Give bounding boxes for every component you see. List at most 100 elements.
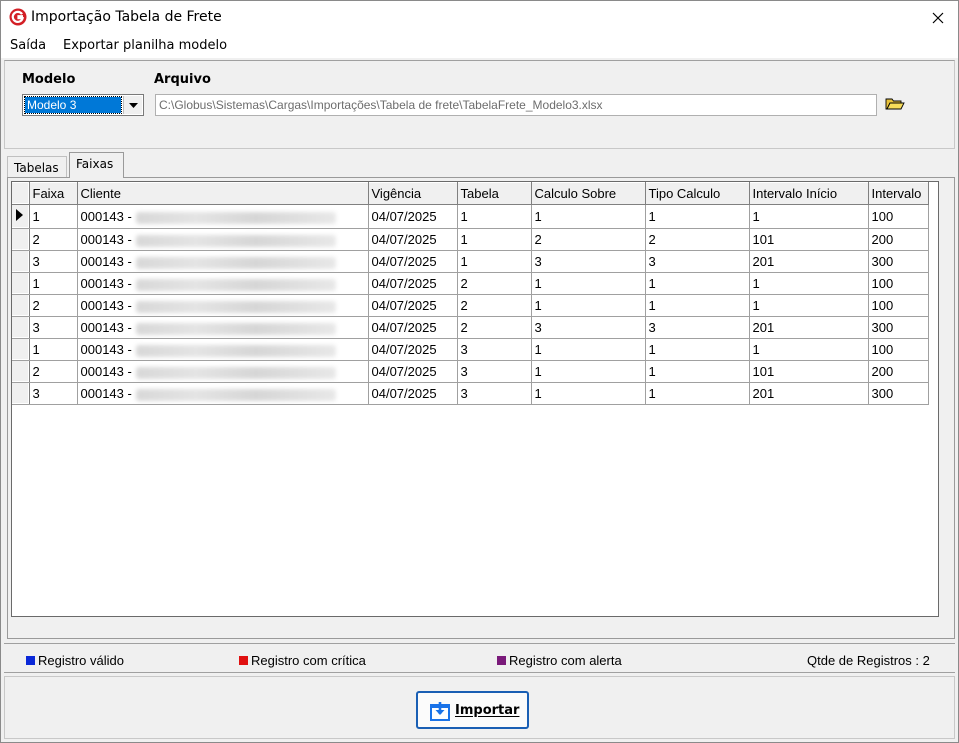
- modelo-select[interactable]: Modelo 3: [22, 94, 144, 116]
- table-row[interactable]: 1 000143 - 04/07/2025 3 1 1 1 100: [12, 338, 929, 361]
- cell-vigencia[interactable]: 04/07/2025: [368, 204, 458, 229]
- cell-tabela[interactable]: 1: [457, 228, 532, 251]
- cell-intervalo[interactable]: 100: [868, 204, 929, 229]
- row-indicator[interactable]: [12, 272, 30, 295]
- column-header-tipo-calculo[interactable]: Tipo Calculo: [645, 182, 750, 205]
- cell-intervalo[interactable]: 300: [868, 382, 929, 405]
- cell-vigencia[interactable]: 04/07/2025: [368, 316, 458, 339]
- import-button[interactable]: Importar: [416, 691, 529, 729]
- cell-calculo-sobre[interactable]: 2: [531, 228, 646, 251]
- cell-intervalo-inicio[interactable]: 1: [749, 272, 869, 295]
- table-row[interactable]: 1 000143 - 04/07/2025 1 1 1 1 100: [12, 204, 929, 229]
- cell-tabela[interactable]: 2: [457, 294, 532, 317]
- cell-tipo-calculo[interactable]: 2: [645, 228, 750, 251]
- cell-intervalo-inicio[interactable]: 101: [749, 360, 869, 383]
- cell-tipo-calculo[interactable]: 1: [645, 382, 750, 405]
- close-icon[interactable]: [923, 5, 953, 31]
- column-header-cliente[interactable]: Cliente: [77, 182, 369, 205]
- cell-calculo-sobre[interactable]: 1: [531, 360, 646, 383]
- row-indicator[interactable]: [12, 228, 30, 251]
- cell-faixa[interactable]: 2: [29, 360, 78, 383]
- cell-cliente[interactable]: 000143 -: [77, 294, 369, 317]
- row-indicator[interactable]: [12, 382, 30, 405]
- cell-intervalo-inicio[interactable]: 201: [749, 382, 869, 405]
- cell-cliente[interactable]: 000143 -: [77, 204, 369, 229]
- table-row[interactable]: 3 000143 - 04/07/2025 1 3 3 201 300: [12, 250, 929, 273]
- cell-tipo-calculo[interactable]: 3: [645, 316, 750, 339]
- cell-intervalo-inicio[interactable]: 1: [749, 204, 869, 229]
- cell-calculo-sobre[interactable]: 3: [531, 316, 646, 339]
- row-indicator[interactable]: [12, 360, 30, 383]
- cell-cliente[interactable]: 000143 -: [77, 250, 369, 273]
- cell-calculo-sobre[interactable]: 1: [531, 338, 646, 361]
- cell-tabela[interactable]: 3: [457, 360, 532, 383]
- cell-intervalo-inicio[interactable]: 101: [749, 228, 869, 251]
- row-indicator[interactable]: [12, 338, 30, 361]
- cell-faixa[interactable]: 1: [29, 272, 78, 295]
- open-folder-icon[interactable]: [885, 96, 905, 112]
- cell-vigencia[interactable]: 04/07/2025: [368, 338, 458, 361]
- row-indicator[interactable]: [12, 316, 30, 339]
- table-row[interactable]: 3 000143 - 04/07/2025 2 3 3 201 300: [12, 316, 929, 339]
- cell-faixa[interactable]: 3: [29, 316, 78, 339]
- arquivo-path-field[interactable]: C:\Globus\Sistemas\Cargas\Importações\Ta…: [155, 94, 877, 116]
- cell-calculo-sobre[interactable]: 1: [531, 204, 646, 229]
- cell-faixa[interactable]: 2: [29, 294, 78, 317]
- tab-tabelas[interactable]: Tabelas: [7, 156, 67, 177]
- cell-intervalo[interactable]: 100: [868, 272, 929, 295]
- cell-intervalo[interactable]: 100: [868, 294, 929, 317]
- cell-faixa[interactable]: 3: [29, 382, 78, 405]
- table-row[interactable]: 1 000143 - 04/07/2025 2 1 1 1 100: [12, 272, 929, 295]
- cell-faixa[interactable]: 1: [29, 204, 78, 229]
- cell-cliente[interactable]: 000143 -: [77, 272, 369, 295]
- cell-intervalo[interactable]: 300: [868, 250, 929, 273]
- cell-intervalo-inicio[interactable]: 201: [749, 316, 869, 339]
- faixas-grid[interactable]: Faixa Cliente Vigência Tabela Calculo So…: [11, 181, 939, 617]
- cell-tipo-calculo[interactable]: 1: [645, 204, 750, 229]
- table-row[interactable]: 3 000143 - 04/07/2025 3 1 1 201 300: [12, 382, 929, 405]
- cell-calculo-sobre[interactable]: 1: [531, 382, 646, 405]
- cell-vigencia[interactable]: 04/07/2025: [368, 250, 458, 273]
- cell-vigencia[interactable]: 04/07/2025: [368, 360, 458, 383]
- column-header-tabela[interactable]: Tabela: [457, 182, 532, 205]
- menu-exportar-planilha-modelo[interactable]: Exportar planilha modelo: [63, 38, 227, 53]
- cell-tipo-calculo[interactable]: 1: [645, 360, 750, 383]
- cell-intervalo[interactable]: 300: [868, 316, 929, 339]
- column-header-intervalo[interactable]: Intervalo: [868, 182, 929, 205]
- table-row[interactable]: 2 000143 - 04/07/2025 2 1 1 1 100: [12, 294, 929, 317]
- cell-tabela[interactable]: 2: [457, 272, 532, 295]
- cell-tipo-calculo[interactable]: 1: [645, 338, 750, 361]
- cell-calculo-sobre[interactable]: 1: [531, 272, 646, 295]
- column-header-vigencia[interactable]: Vigência: [368, 182, 458, 205]
- cell-vigencia[interactable]: 04/07/2025: [368, 272, 458, 295]
- cell-tabela[interactable]: 3: [457, 338, 532, 361]
- cell-intervalo-inicio[interactable]: 1: [749, 338, 869, 361]
- table-row[interactable]: 2 000143 - 04/07/2025 1 2 2 101 200: [12, 228, 929, 251]
- cell-cliente[interactable]: 000143 -: [77, 382, 369, 405]
- menu-saida[interactable]: Saída: [10, 38, 46, 53]
- cell-cliente[interactable]: 000143 -: [77, 228, 369, 251]
- cell-faixa[interactable]: 3: [29, 250, 78, 273]
- cell-tabela[interactable]: 2: [457, 316, 532, 339]
- cell-calculo-sobre[interactable]: 1: [531, 294, 646, 317]
- cell-tabela[interactable]: 1: [457, 204, 532, 229]
- column-header-intervalo-inicio[interactable]: Intervalo Início: [749, 182, 869, 205]
- cell-intervalo-inicio[interactable]: 1: [749, 294, 869, 317]
- cell-faixa[interactable]: 2: [29, 228, 78, 251]
- table-row[interactable]: 2 000143 - 04/07/2025 3 1 1 101 200: [12, 360, 929, 383]
- row-indicator[interactable]: [12, 294, 30, 317]
- cell-cliente[interactable]: 000143 -: [77, 338, 369, 361]
- cell-intervalo[interactable]: 100: [868, 338, 929, 361]
- column-header-calculo-sobre[interactable]: Calculo Sobre: [531, 182, 646, 205]
- cell-tipo-calculo[interactable]: 1: [645, 294, 750, 317]
- cell-tabela[interactable]: 1: [457, 250, 532, 273]
- cell-cliente[interactable]: 000143 -: [77, 316, 369, 339]
- cell-vigencia[interactable]: 04/07/2025: [368, 294, 458, 317]
- cell-calculo-sobre[interactable]: 3: [531, 250, 646, 273]
- tab-faixas[interactable]: Faixas: [69, 152, 124, 178]
- cell-tabela[interactable]: 3: [457, 382, 532, 405]
- cell-cliente[interactable]: 000143 -: [77, 360, 369, 383]
- cell-intervalo-inicio[interactable]: 201: [749, 250, 869, 273]
- row-indicator[interactable]: [12, 204, 30, 229]
- cell-tipo-calculo[interactable]: 3: [645, 250, 750, 273]
